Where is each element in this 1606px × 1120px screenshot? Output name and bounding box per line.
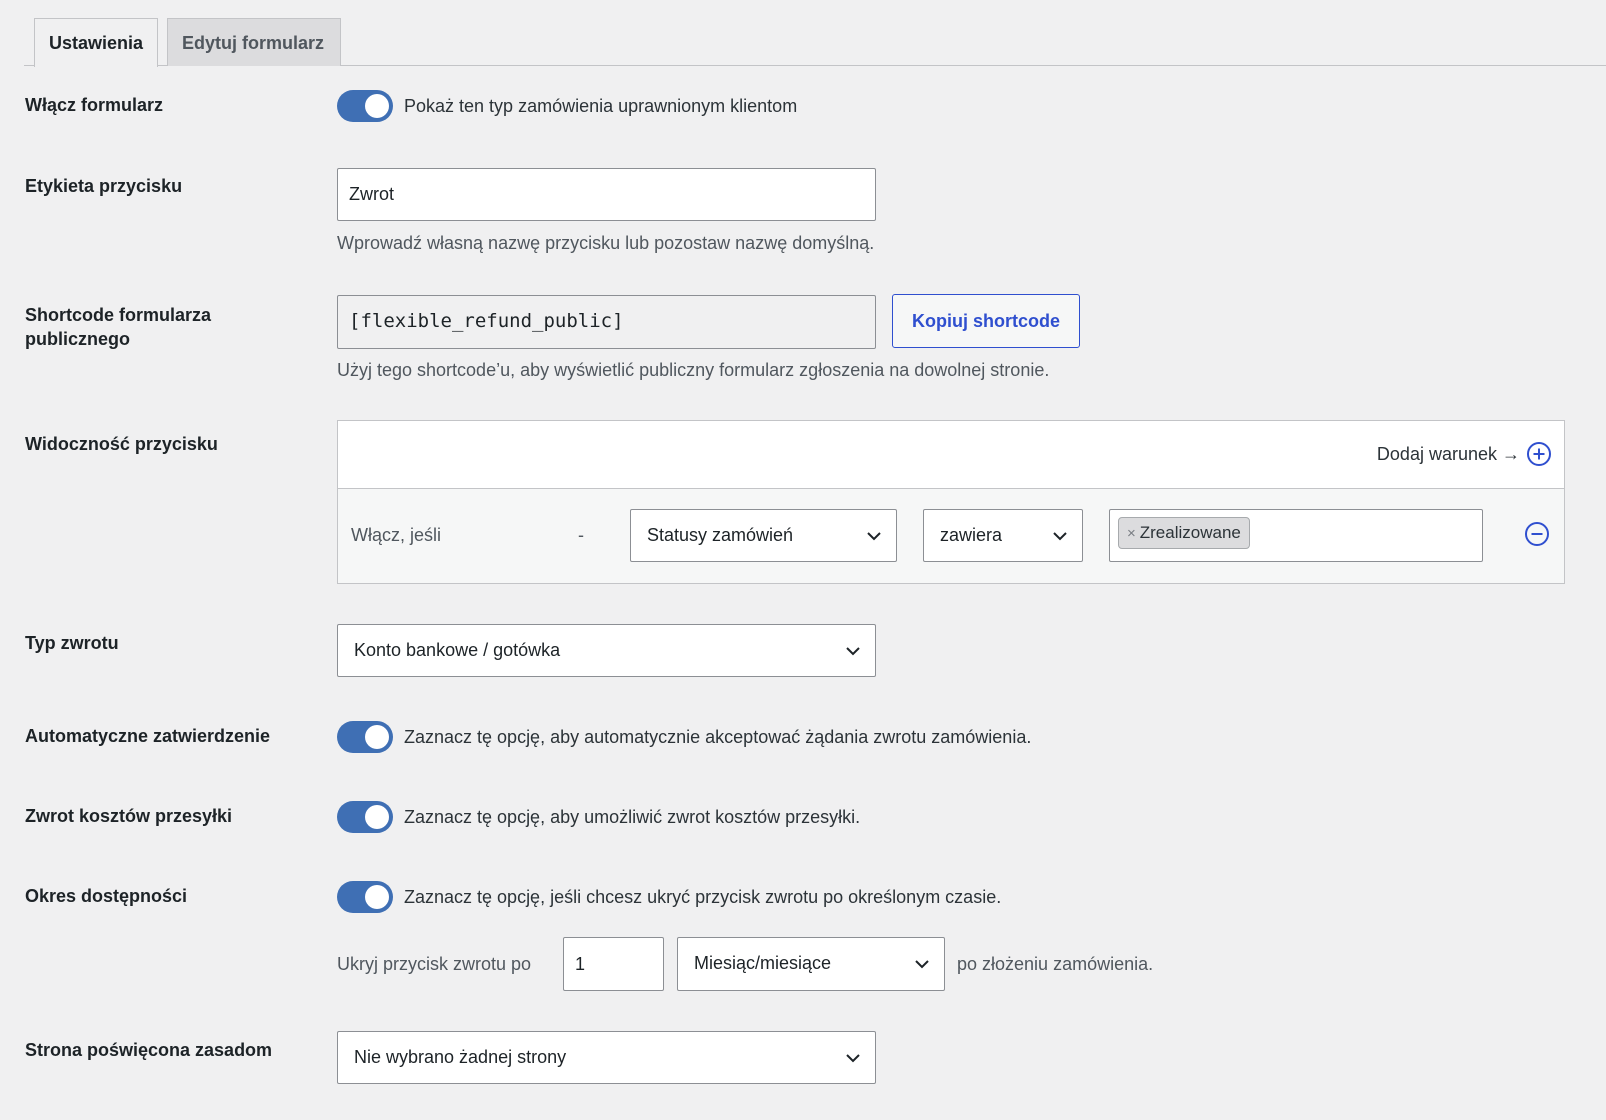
chevron-down-icon: [915, 960, 929, 969]
hide-after-prefix: Ukryj przycisk zwrotu po: [337, 954, 532, 974]
auto-approve-toggle[interactable]: [337, 721, 393, 753]
shortcode-description: Użyj tego shortcode’u, aby wyświetlić pu…: [337, 360, 1050, 380]
toggle-knob: [365, 725, 389, 749]
period-unit-value: Miesiąc/miesiące: [694, 953, 832, 973]
condition-row: Włącz, jeśli - Statusy zamówień zawiera …: [338, 489, 1564, 583]
add-condition-button[interactable]: Dodaj warunek →: [1377, 441, 1552, 467]
button-label-label: Etykieta przycisku: [25, 176, 183, 196]
shipping-refund-toggle[interactable]: [337, 801, 393, 833]
copy-shortcode-button[interactable]: Kopiuj shortcode: [892, 294, 1080, 348]
auto-approve-description: Zaznacz tę opcję, aby automatycznie akce…: [404, 727, 1032, 747]
plus-circle-icon: [1527, 442, 1551, 466]
condition-prefix: Włącz, jeśli: [351, 525, 442, 545]
button-label-input[interactable]: Zwrot: [337, 168, 876, 221]
enable-form-toggle[interactable]: [337, 90, 393, 122]
refund-type-value: Konto bankowe / gotówka: [354, 640, 561, 660]
token-remove-icon[interactable]: ×: [1127, 525, 1136, 542]
tab-edit-form[interactable]: Edytuj formularz: [167, 18, 341, 66]
hide-after-suffix: po złożeniu zamówienia.: [957, 954, 1154, 974]
period-unit-select[interactable]: Miesiąc/miesiące: [677, 937, 945, 991]
toggle-knob: [365, 94, 389, 118]
toggle-knob: [365, 885, 389, 909]
token-tag: × Zrealizowane: [1118, 517, 1250, 549]
chevron-down-icon: [846, 1053, 860, 1062]
shipping-refund-description: Zaznacz tę opcję, aby umożliwić zwrot ko…: [404, 807, 861, 827]
condition-values-input[interactable]: × Zrealizowane: [1109, 509, 1483, 562]
condition-builder: Dodaj warunek → Włącz, jeśli - Statusy z…: [337, 420, 1565, 584]
visibility-label: Widoczność przycisku: [25, 434, 218, 454]
refund-type-label: Typ zwrotu: [25, 633, 119, 653]
condition-header: Dodaj warunek →: [338, 421, 1564, 489]
minus-circle-icon[interactable]: [1524, 521, 1550, 547]
token-label: Zrealizowane: [1139, 523, 1241, 542]
condition-field-value: Statusy zamówień: [647, 525, 794, 545]
shortcode-input[interactable]: [flexible_refund_public]: [337, 295, 876, 349]
chevron-down-icon: [1053, 531, 1067, 540]
shipping-refund-label: Zwrot kosztów przesyłki: [25, 806, 233, 826]
enable-form-label: Włącz formularz: [25, 95, 164, 115]
condition-operator-value: zawiera: [940, 525, 1003, 545]
availability-description: Zaznacz tę opcję, jeśli chcesz ukryć prz…: [404, 887, 1002, 907]
availability-toggle[interactable]: [337, 881, 393, 913]
condition-dash: -: [578, 525, 584, 545]
condition-operator-select[interactable]: zawiera: [923, 509, 1083, 562]
button-label-description: Wprowadź własną nazwę przycisku lub pozo…: [337, 233, 875, 253]
add-condition-label: Dodaj warunek →: [1376, 444, 1520, 464]
toggle-knob: [365, 805, 389, 829]
auto-approve-label: Automatyczne zatwierdzenie: [25, 726, 271, 746]
policy-page-value: Nie wybrano żadnej strony: [354, 1047, 567, 1067]
chevron-down-icon: [867, 531, 881, 540]
shortcode-label-line2: publicznego: [25, 329, 130, 349]
shortcode-label-line1: Shortcode formularza: [25, 305, 212, 325]
period-value-input[interactable]: 1: [563, 937, 664, 991]
availability-label: Okres dostępności: [25, 886, 188, 906]
refund-type-select[interactable]: Konto bankowe / gotówka: [337, 624, 876, 677]
tab-bar: Ustawienia Edytuj formularz: [24, 18, 1606, 67]
policy-page-select[interactable]: Nie wybrano żadnej strony: [337, 1031, 876, 1084]
tab-settings[interactable]: Ustawienia: [34, 18, 158, 67]
shortcode-label: Shortcode formularza publicznego: [25, 303, 211, 351]
policy-page-label: Strona poświęcona zasadom: [25, 1040, 273, 1060]
chevron-down-icon: [846, 646, 860, 655]
enable-form-description: Pokaż ten typ zamówienia uprawnionym kli…: [404, 96, 798, 116]
condition-field-select[interactable]: Statusy zamówień: [630, 509, 897, 562]
